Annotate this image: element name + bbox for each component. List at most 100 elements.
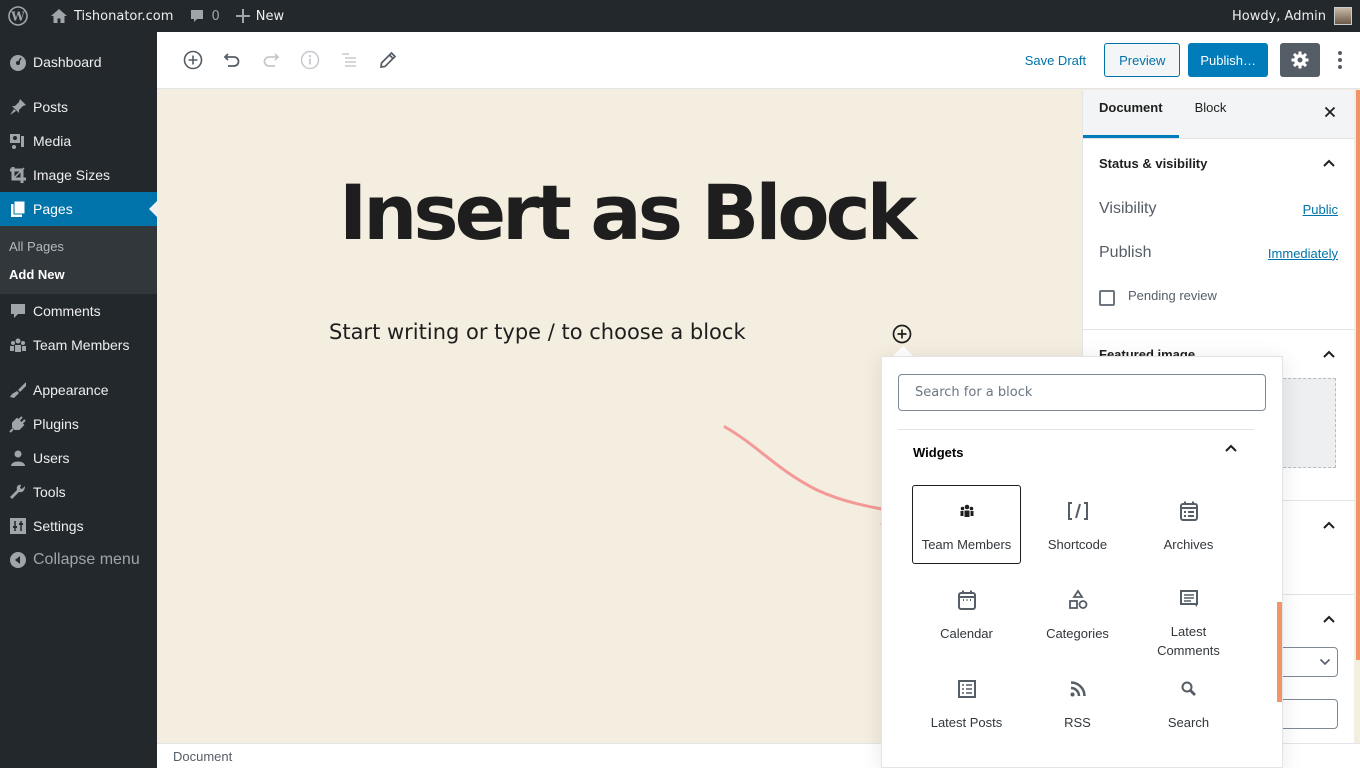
menu-item-settings[interactable]: Settings — [0, 509, 157, 543]
block-calendar[interactable]: Calendar — [912, 574, 1021, 653]
search-placeholder: Search for a block — [915, 385, 1033, 400]
user-icon — [8, 449, 28, 467]
menu-item-comments[interactable]: Comments — [0, 294, 157, 328]
block-rss[interactable]: RSS — [1023, 663, 1132, 742]
post-title[interactable]: Insert as Block — [339, 168, 917, 257]
comments-link[interactable]: 0 — [181, 0, 227, 32]
menu-item-posts[interactable]: Posts — [0, 90, 157, 124]
new-content-link[interactable]: New — [228, 0, 292, 32]
menu-item-media[interactable]: Media — [0, 124, 157, 158]
menu-label: Image Sizes — [33, 167, 111, 183]
breadcrumb-document[interactable]: Document — [173, 749, 232, 764]
default-block-appender[interactable]: Start writing or type / to choose a bloc… — [329, 320, 746, 344]
submenu-all-pages[interactable]: All Pages — [0, 232, 157, 260]
collapse-icon — [8, 551, 28, 569]
crop-icon — [8, 166, 28, 184]
comment-bubble-icon — [189, 8, 205, 24]
content-info-button[interactable] — [292, 42, 328, 78]
pages-icon — [8, 200, 28, 218]
menu-label: Appearance — [33, 382, 109, 398]
status-visibility-toggle[interactable]: Status & visibility — [1099, 139, 1338, 187]
visibility-toggle-link[interactable]: Public — [1303, 202, 1338, 217]
add-block-button[interactable] — [175, 42, 211, 78]
shortcode-icon — [1067, 499, 1089, 523]
save-draft-button[interactable]: Save Draft — [1015, 53, 1096, 68]
calendar-icon — [957, 588, 977, 612]
admin-menu: Dashboard Posts Media Image Sizes Pages … — [0, 32, 157, 768]
undo-button[interactable] — [214, 42, 250, 78]
tab-document[interactable]: Document — [1083, 90, 1179, 138]
menu-item-dashboard[interactable]: Dashboard — [0, 45, 157, 79]
comments-icon — [1178, 588, 1200, 610]
my-account-link[interactable]: Howdy, Admin — [1224, 0, 1360, 32]
block-team-members[interactable]: Team Members — [912, 485, 1021, 564]
preview-button[interactable]: Preview — [1104, 43, 1181, 77]
submenu-add-new[interactable]: Add New — [0, 260, 157, 288]
block-search-input[interactable]: Search for a block — [898, 374, 1266, 411]
block-label: Latest Comments — [1157, 624, 1220, 658]
site-name-link[interactable]: Tishonator.com — [42, 0, 181, 32]
menu-item-image-sizes[interactable]: Image Sizes — [0, 158, 157, 192]
more-options-button[interactable] — [1328, 43, 1352, 77]
publish-button[interactable]: Publish… — [1188, 43, 1268, 77]
chevron-down-icon — [1319, 658, 1331, 666]
collapse-label: Collapse menu — [33, 551, 140, 568]
publish-date-link[interactable]: Immediately — [1268, 246, 1338, 261]
sidebar-tabs: Document Block — [1083, 90, 1354, 139]
settings-scrollbar[interactable] — [1356, 90, 1360, 660]
archives-icon — [1179, 499, 1199, 523]
close-settings-button[interactable] — [1324, 106, 1336, 118]
chevron-up-icon — [1323, 350, 1335, 358]
publish-label: Publish — [1099, 244, 1152, 261]
tools-edit-button[interactable] — [370, 42, 406, 78]
settings-toggle-button[interactable] — [1280, 43, 1320, 77]
block-navigation-button[interactable] — [331, 42, 367, 78]
block-archives[interactable]: Archives — [1134, 485, 1243, 564]
block-label: Team Members — [921, 537, 1012, 552]
block-types-list: Team Members Shortcode Archives Calendar… — [911, 485, 1244, 742]
editor-header: Save Draft Preview Publish… — [157, 32, 1360, 89]
menu-item-users[interactable]: Users — [0, 441, 157, 475]
site-name: Tishonator.com — [74, 8, 174, 24]
plus-circle-icon — [183, 50, 203, 70]
groups-icon — [958, 499, 976, 523]
svg-text:W: W — [10, 10, 25, 24]
block-search[interactable]: Search — [1134, 663, 1243, 742]
menu-item-team-members[interactable]: Team Members — [0, 328, 157, 362]
comment-icon — [8, 302, 28, 320]
divider — [898, 429, 1254, 430]
redo-button[interactable] — [253, 42, 289, 78]
block-shortcode[interactable]: Shortcode — [1023, 485, 1132, 564]
inline-inserter-button[interactable] — [892, 324, 912, 344]
plus-icon — [235, 9, 250, 23]
menu-label: Settings — [33, 518, 84, 534]
tab-block[interactable]: Block — [1179, 90, 1243, 138]
block-latest-comments[interactable]: Latest Comments — [1134, 574, 1243, 658]
chevron-up-icon — [1323, 159, 1335, 167]
wrench-icon — [8, 483, 28, 501]
panel-title: Status & visibility — [1099, 155, 1208, 171]
menu-item-appearance[interactable]: Appearance — [0, 373, 157, 407]
dashboard-icon — [8, 53, 28, 71]
block-label: Shortcode — [1047, 537, 1108, 552]
info-icon — [300, 50, 320, 70]
menu-label: Media — [33, 133, 72, 149]
undo-icon — [223, 53, 240, 67]
menu-item-pages[interactable]: Pages — [0, 192, 157, 226]
rss-icon — [1068, 677, 1088, 701]
inserter-scrollbar[interactable] — [1277, 602, 1282, 702]
pencil-icon — [380, 51, 397, 68]
greeting: Howdy, Admin — [1231, 8, 1326, 24]
collapse-menu-button[interactable]: Collapse menu — [0, 543, 157, 577]
menu-item-plugins[interactable]: Plugins — [0, 407, 157, 441]
block-latest-posts[interactable]: Latest Posts — [912, 663, 1021, 742]
block-label: Search — [1167, 715, 1210, 730]
wordpress-logo-button[interactable]: W — [0, 0, 42, 32]
widgets-panel-title: Widgets — [913, 445, 964, 460]
pending-review-checkbox[interactable] — [1099, 290, 1115, 306]
block-categories[interactable]: Categories — [1023, 574, 1132, 653]
list-icon — [957, 677, 977, 701]
menu-item-tools[interactable]: Tools — [0, 475, 157, 509]
menu-label: Comments — [33, 303, 101, 319]
widgets-panel-toggle[interactable] — [1224, 443, 1238, 453]
